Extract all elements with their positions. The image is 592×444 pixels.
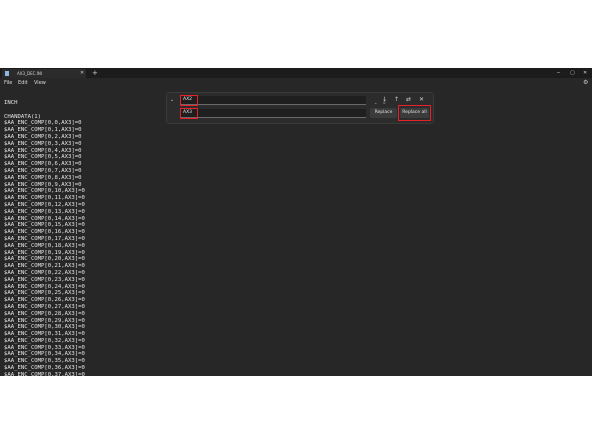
text-line: $AA_ENC_COMP[0,37,AX3]=0 [4, 371, 85, 376]
gear-icon[interactable]: ⚙ [583, 79, 588, 87]
find-input[interactable]: AX2 ⌄ ⌕ [180, 96, 386, 106]
text-line: $AA_ENC_COMP[0,30,AX3]=0 [4, 324, 85, 331]
text-line: $AA_ENC_COMP[0,4,AX3]=0 [4, 147, 82, 154]
text-line: $AA_ENC_COMP[0,22,AX3]=0 [4, 269, 85, 276]
chevron-down-icon[interactable]: ⌄ [170, 96, 174, 104]
text-line: $AA_ENC_COMP[0,29,AX3]=0 [4, 317, 85, 324]
text-line: $AA_ENC_COMP[0,7,AX3]=0 [4, 167, 82, 174]
arrow-down-icon[interactable]: ↓ [382, 96, 387, 104]
text-line: $AA_ENC_COMP[0,2,AX3]=0 [4, 133, 82, 140]
text-line: $AA_ENC_COMP[0,19,AX3]=0 [4, 249, 85, 256]
text-line: $AA_ENC_COMP[0,17,AX3]=0 [4, 235, 85, 242]
text-line: $AA_ENC_COMP[0,26,AX3]=0 [4, 297, 85, 304]
text-line: $AA_ENC_COMP[0,10,AX3]=0 [4, 188, 85, 195]
close-icon[interactable]: ✕ [419, 96, 424, 104]
text-line: $AA_ENC_COMP[0,31,AX3]=0 [4, 331, 85, 338]
maximize-icon[interactable]: ▢ [570, 69, 575, 77]
text-line: $AA_ENC_COMP[0,20,AX3]=0 [4, 256, 85, 263]
text-line: $AA_ENC_COMP[0,27,AX3]=0 [4, 303, 85, 310]
text-line: $AA_ENC_COMP[0,11,AX3]=0 [4, 195, 85, 202]
tab-title: AX3_DEC.INI [17, 71, 43, 76]
text-line: $AA_ENC_COMP[0,16,AX3]=0 [4, 229, 85, 236]
text-line: $AA_ENC_COMP[0,14,AX3]=0 [4, 215, 85, 222]
close-tab-icon[interactable]: ✕ [80, 70, 84, 77]
text-line: $AA_ENC_COMP[0,21,AX3]=0 [4, 263, 85, 270]
file-tab[interactable]: AX3_DEC.INI ✕ [2, 69, 86, 78]
text-line: $AA_ENC_COMP[0,15,AX3]=0 [4, 222, 85, 229]
dropdown-icon[interactable]: ⌄ [374, 100, 377, 106]
text-line: $AA_ENC_COMP[0,36,AX3]=0 [4, 365, 85, 372]
text-line: $AA_ENC_COMP[0,32,AX3]=0 [4, 337, 85, 344]
menu-bar: File Edit View ⚙ [0, 78, 592, 88]
replace-input-highlight [180, 108, 198, 119]
menu-edit[interactable]: Edit [18, 79, 28, 87]
replace-input[interactable]: AX3 [180, 109, 366, 118]
text-line: $AA_ENC_COMP[0,25,AX3]=0 [4, 290, 85, 297]
text-line: $AA_ENC_COMP[0,34,AX3]=0 [4, 351, 85, 358]
text-line: $AA_ENC_COMP[0,18,AX3]=0 [4, 242, 85, 249]
find-replace-panel: ⌄ AX2 ⌄ ⌕ ↓ ↑ ⇄ ✕ AX3 Replace Replace al… [166, 92, 434, 124]
text-line: $AA_ENC_COMP[0,23,AX3]=0 [4, 276, 85, 283]
replace-button[interactable]: Replace [370, 108, 397, 118]
text-editor[interactable]: INCH CHANDATA(1) $AA_ENC_COMP[0,0,AX3]=0 $A… [4, 100, 404, 376]
text-line: $AA_ENC_COMP[0,28,AX3]=0 [4, 310, 85, 317]
text-line: $AA_ENC_COMP[0,35,AX3]=0 [4, 358, 85, 365]
text-line: $AA_ENC_COMP[0,24,AX3]=0 [4, 283, 85, 290]
arrow-up-icon[interactable]: ↑ [394, 96, 399, 104]
text-line: $AA_ENC_COMP[0,1,AX3]=0 [4, 127, 82, 134]
notepad-window: AX3_DEC.INI ✕ + ─ ▢ ✕ File Edit View ⚙ I… [0, 68, 592, 376]
text-line: $AA_ENC_COMP[0,3,AX3]=0 [4, 140, 82, 147]
plus-icon[interactable]: + [92, 69, 98, 77]
replace-all-highlight [398, 105, 431, 121]
text-line: $AA_ENC_COMP[0,5,AX3]=0 [4, 154, 82, 161]
close-window-icon[interactable]: ✕ [583, 69, 587, 77]
text-line: $AA_ENC_COMP[0,33,AX3]=0 [4, 344, 85, 351]
title-bar: AX3_DEC.INI ✕ + ─ ▢ ✕ [0, 68, 592, 78]
menu-file[interactable]: File [4, 79, 12, 87]
text-line: $AA_ENC_COMP[0,12,AX3]=0 [4, 201, 85, 208]
replace-toggle-icon[interactable]: ⇄ [406, 96, 411, 104]
find-input-highlight [180, 95, 198, 106]
text-line: $AA_ENC_COMP[0,8,AX3]=0 [4, 174, 82, 181]
text-line: $AA_ENC_COMP[0,6,AX3]=0 [4, 161, 82, 168]
menu-view[interactable]: View [34, 79, 46, 87]
notepad-icon [5, 71, 9, 76]
text-line: $AA_ENC_COMP[0,9,AX3]=0 [4, 181, 82, 188]
text-line: $AA_ENC_COMP[0,13,AX3]=0 [4, 208, 85, 215]
minimize-icon[interactable]: ─ [557, 69, 560, 77]
